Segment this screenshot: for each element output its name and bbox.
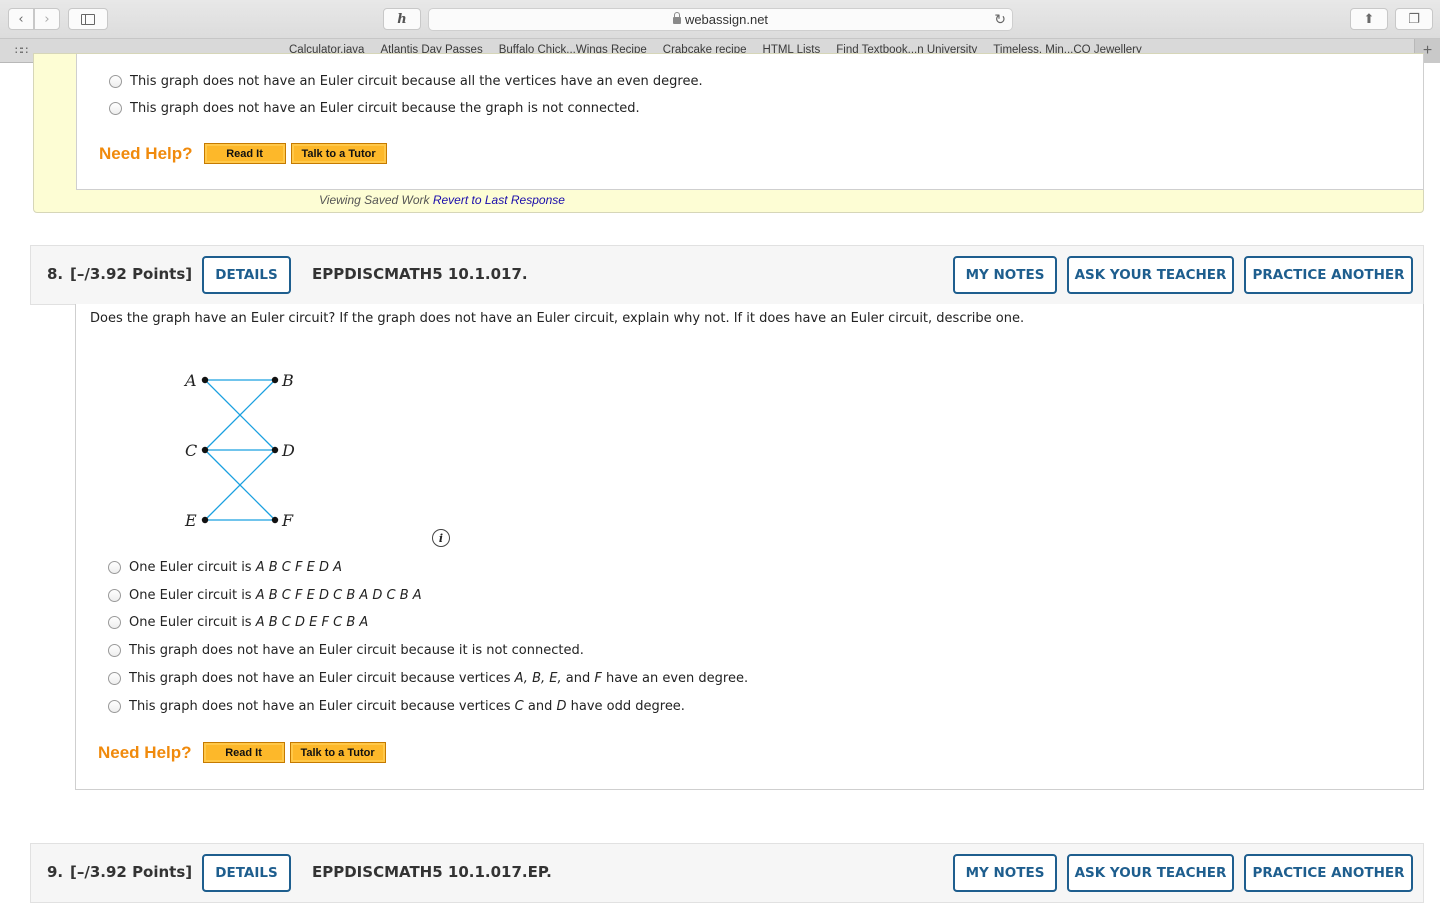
q8-option[interactable]: One Euler circuit is A B C F E D A xyxy=(108,560,342,575)
q7-need-help: Need Help? Read It Talk to a Tutor xyxy=(99,143,392,164)
talk-to-tutor-button[interactable]: Talk to a Tutor xyxy=(290,143,387,164)
option-label: This graph does not have an Euler circui… xyxy=(130,101,640,116)
graph-vertex-D xyxy=(271,446,279,454)
read-it-button[interactable]: Read It xyxy=(203,143,286,164)
grid-icon[interactable]: ∷∷ xyxy=(15,44,28,57)
q8-option[interactable]: One Euler circuit is A B C F E D C B A D… xyxy=(108,588,422,603)
chevron-right-icon: › xyxy=(44,11,50,27)
extension-button[interactable]: h xyxy=(383,8,421,30)
graph-vertex-label: D xyxy=(281,441,295,460)
sidebar-toggle-button[interactable] xyxy=(68,8,108,30)
graph-vertex-F xyxy=(271,516,279,524)
radio-button[interactable] xyxy=(108,589,121,602)
q8-option[interactable]: One Euler circuit is A B C D E F C B A xyxy=(108,615,368,630)
ask-your-teacher-button[interactable]: ASK YOUR TEACHER xyxy=(1067,854,1234,892)
graph-vertex-label: B xyxy=(281,371,294,390)
graph-vertex-label: E xyxy=(184,511,197,530)
question-prompt: Does the graph have an Euler circuit? If… xyxy=(90,311,1025,326)
page-content: This graph does not have an Euler circui… xyxy=(0,53,1440,903)
radio-button[interactable] xyxy=(108,644,121,657)
back-button[interactable]: ‹ xyxy=(8,8,34,30)
talk-to-tutor-button[interactable]: Talk to a Tutor xyxy=(289,742,386,763)
radio-button[interactable] xyxy=(108,672,121,685)
question-points: [–/3.92 Points] xyxy=(70,863,193,881)
option-label: This graph does not have an Euler circui… xyxy=(130,74,703,89)
question-number: 9. xyxy=(47,863,64,881)
option-label: This graph does not have an Euler circui… xyxy=(129,671,749,686)
option-label: One Euler circuit is A B C F E D A xyxy=(129,560,342,575)
details-button[interactable]: DETAILS xyxy=(202,854,291,892)
plus-icon: + xyxy=(1422,42,1433,59)
my-notes-button[interactable]: MY NOTES xyxy=(953,256,1057,294)
read-it-button[interactable]: Read It xyxy=(202,742,285,763)
q8-option[interactable]: This graph does not have an Euler circui… xyxy=(108,671,748,686)
q8-need-help: Need Help? Read It Talk to a Tutor xyxy=(98,742,391,763)
graph-vertex-label: F xyxy=(281,511,294,530)
tabs-icon: ❐ xyxy=(1408,11,1420,27)
radio-button[interactable] xyxy=(109,75,122,88)
q8-option[interactable]: This graph does not have an Euler circui… xyxy=(108,699,685,714)
sidebar-icon xyxy=(81,13,95,25)
q7-option[interactable]: This graph does not have an Euler circui… xyxy=(109,101,640,116)
radio-button[interactable] xyxy=(108,616,121,629)
tabs-overview-button[interactable]: ❐ xyxy=(1395,8,1433,30)
graph-vertex-E xyxy=(201,516,209,524)
question-8-header: 8. [–/3.92 Points] DETAILS EPPDISCMATH5 … xyxy=(30,245,1424,305)
info-icon[interactable]: i xyxy=(432,529,450,547)
browser-toolbar: ‹ › h webassign.net ↻ ⬆ ❐ xyxy=(0,0,1440,38)
radio-button[interactable] xyxy=(108,561,121,574)
address-bar[interactable]: webassign.net ↻ xyxy=(428,8,1013,31)
question-number: 8. xyxy=(47,265,64,283)
reload-icon[interactable]: ↻ xyxy=(994,11,1006,28)
q7-option[interactable]: This graph does not have an Euler circui… xyxy=(109,74,703,89)
graph-vertex-label: A xyxy=(183,371,197,390)
graph-vertex-label: C xyxy=(185,441,197,460)
need-help-label: Need Help? xyxy=(98,742,192,762)
lock-icon xyxy=(672,12,681,24)
ask-your-teacher-button[interactable]: ASK YOUR TEACHER xyxy=(1067,256,1234,294)
honey-extension-icon: h xyxy=(397,11,407,27)
share-button[interactable]: ⬆ xyxy=(1350,8,1388,30)
q8-option[interactable]: This graph does not have an Euler circui… xyxy=(108,643,584,658)
revert-link[interactable]: Revert to Last Response xyxy=(433,193,565,207)
my-notes-button[interactable]: MY NOTES xyxy=(953,854,1057,892)
need-help-label: Need Help? xyxy=(99,143,193,163)
forward-button[interactable]: › xyxy=(34,8,60,30)
option-label: This graph does not have an Euler circui… xyxy=(129,699,685,714)
practice-another-button[interactable]: PRACTICE ANOTHER xyxy=(1244,854,1413,892)
radio-button[interactable] xyxy=(109,102,122,115)
details-button[interactable]: DETAILS xyxy=(202,256,291,294)
graph-vertex-B xyxy=(271,376,279,384)
graph-vertex-C xyxy=(201,446,209,454)
radio-button[interactable] xyxy=(108,700,121,713)
chevron-left-icon: ‹ xyxy=(18,11,24,27)
euler-graph: A B C D E F xyxy=(183,371,295,530)
question-code: EPPDISCMATH5 10.1.017. xyxy=(312,265,528,283)
question-code: EPPDISCMATH5 10.1.017.EP. xyxy=(312,863,552,881)
option-label: One Euler circuit is A B C D E F C B A xyxy=(129,615,369,630)
url-text: webassign.net xyxy=(684,12,769,27)
option-label: This graph does not have an Euler circui… xyxy=(129,643,584,658)
graph-vertex-A xyxy=(201,376,209,384)
saved-work-text: Viewing Saved Work xyxy=(319,193,430,207)
practice-another-button[interactable]: PRACTICE ANOTHER xyxy=(1244,256,1413,294)
saved-work-notice: Viewing Saved Work Revert to Last Respon… xyxy=(319,193,565,207)
share-icon: ⬆ xyxy=(1363,11,1375,27)
option-label: One Euler circuit is A B C F E D C B A D… xyxy=(129,588,422,603)
question-points: [–/3.92 Points] xyxy=(70,265,193,283)
question-9-header: 9. [–/3.92 Points] DETAILS EPPDISCMATH5 … xyxy=(30,843,1424,903)
